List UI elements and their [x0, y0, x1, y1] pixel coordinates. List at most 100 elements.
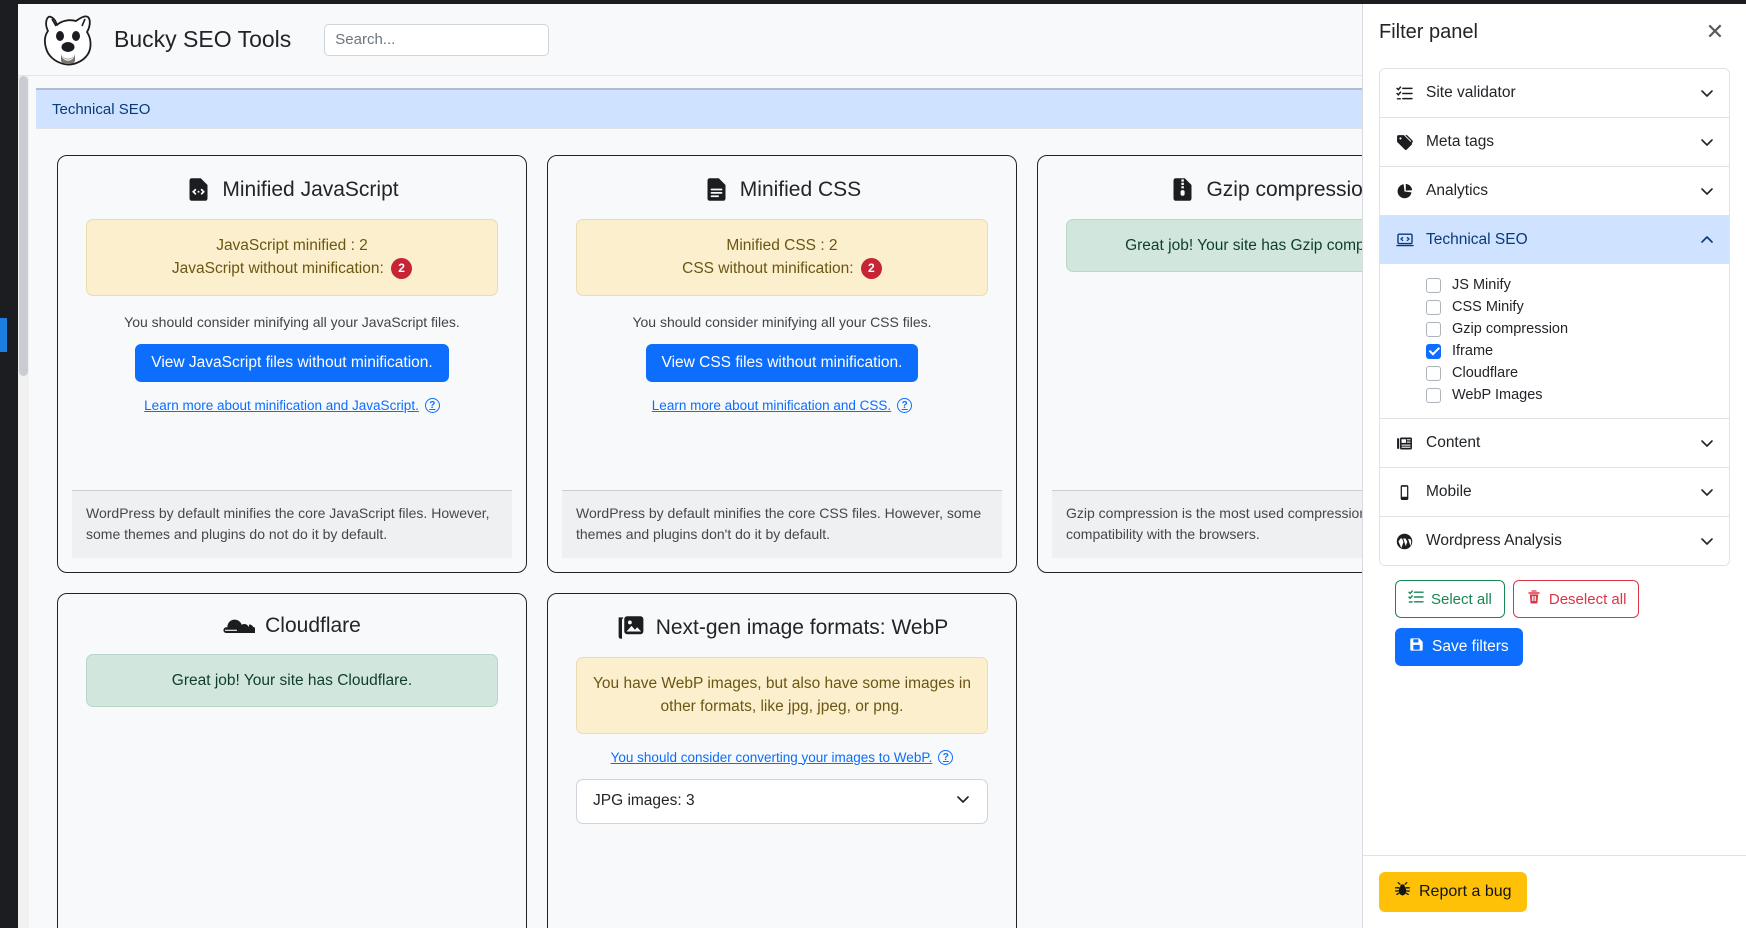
alert-line-2: JavaScript without minification: 2: [99, 257, 485, 280]
select-all-button[interactable]: Select all: [1395, 580, 1505, 618]
card-alert: Minified CSS : 2 CSS without minificatio…: [576, 219, 988, 296]
mobile-icon: [1396, 484, 1418, 501]
checkbox[interactable]: [1426, 387, 1441, 403]
question-circle-icon: ?: [897, 397, 913, 413]
filter-panel-footer: Report a bug: [1363, 855, 1746, 928]
filter-option-label: Cloudflare: [1452, 365, 1519, 381]
tag-icon: [1396, 134, 1418, 151]
convert-images-text: You should consider converting your imag…: [610, 749, 933, 765]
technical-seo-icon: [1396, 231, 1418, 249]
filter-group-label: Mobile: [1426, 483, 1472, 500]
card-body: Minified CSS Minified CSS : 2 CSS withou…: [548, 156, 1016, 490]
filter-option-iframe[interactable]: Iframe: [1380, 340, 1729, 362]
alert-line-2: CSS without minification: 2: [589, 257, 975, 280]
search-input[interactable]: [324, 23, 550, 56]
card-cloudflare: Cloudflare Great job! Your site has Clou…: [57, 593, 527, 928]
alert-line-1: Great job! Your site has Cloudflare.: [171, 672, 413, 689]
filter-group-label: Content: [1426, 434, 1481, 451]
learn-more-link[interactable]: Learn more about minification and CSS. ?: [652, 397, 913, 413]
deselect-all-label: Deselect all: [1548, 590, 1627, 608]
filter-group-label: Analytics: [1426, 182, 1489, 199]
filter-panel-actions: Select all Deselect all Save filters: [1379, 566, 1730, 666]
checkbox[interactable]: [1426, 277, 1441, 293]
file-lines-icon: [703, 176, 730, 203]
view-css-files-button[interactable]: View CSS files without minification.: [645, 343, 919, 382]
filter-group-header[interactable]: Content: [1380, 419, 1729, 467]
filter-option-gzip-compression[interactable]: Gzip compression: [1380, 318, 1729, 340]
page-scrollbar-thumb[interactable]: [19, 76, 28, 376]
chevron-down-icon[interactable]: [1699, 183, 1715, 199]
deselect-all-button[interactable]: Deselect all: [1512, 580, 1640, 618]
content-icon: [1396, 435, 1418, 452]
close-icon[interactable]: ✕: [1702, 19, 1728, 45]
filter-option-js-minify[interactable]: JS Minify: [1380, 274, 1729, 296]
card-alert: You have WebP images, but also have some…: [576, 657, 988, 734]
alert-line-1: Minified CSS : 2: [726, 237, 838, 254]
filter-group-meta-tags: Meta tags: [1380, 117, 1729, 166]
filter-group-content: Content: [1380, 418, 1729, 467]
filter-group-label: Technical SEO: [1426, 231, 1528, 248]
filter-option-label: Gzip compression: [1452, 321, 1569, 337]
bug-icon: [1394, 881, 1411, 903]
chevron-down-icon[interactable]: [1699, 85, 1715, 101]
card-minified-javascript: Minified JavaScript JavaScript minified …: [57, 155, 527, 573]
filter-group-label: Wordpress Analysis: [1426, 532, 1562, 549]
filter-group-header[interactable]: Analytics: [1380, 167, 1729, 215]
checkbox[interactable]: [1426, 365, 1441, 381]
card-hint: You should consider minifying all your C…: [632, 313, 932, 330]
chevron-down-icon[interactable]: [1699, 134, 1715, 150]
checkbox[interactable]: [1426, 343, 1441, 359]
card-webp-images: Next-gen image formats: WebP You have We…: [547, 593, 1017, 928]
chevron-down-icon[interactable]: [1699, 533, 1715, 549]
filter-group-header[interactable]: Mobile: [1380, 468, 1729, 516]
list-check-icon: [1408, 589, 1424, 609]
card-body: Next-gen image formats: WebP You have We…: [548, 594, 1016, 928]
view-javascript-files-button[interactable]: View JavaScript files without minificati…: [135, 343, 449, 382]
select-all-label: Select all: [1431, 590, 1492, 608]
browser-left-rail: [0, 0, 18, 928]
filter-group-header[interactable]: Site validator: [1380, 69, 1729, 117]
save-filters-button[interactable]: Save filters: [1395, 628, 1523, 666]
filter-option-label: JS Minify: [1452, 277, 1511, 293]
report-a-bug-button[interactable]: Report a bug: [1379, 872, 1527, 912]
filter-option-label: CSS Minify: [1452, 299, 1524, 315]
filter-option-webp-images[interactable]: WebP Images: [1380, 384, 1729, 406]
filter-group-site-validator: Site validator: [1380, 69, 1729, 117]
section-title: Technical SEO: [52, 100, 151, 118]
chevron-down-icon[interactable]: [1699, 484, 1715, 500]
card-body: Minified JavaScript JavaScript minified …: [58, 156, 526, 490]
jpg-images-dropdown[interactable]: JPG images: 3: [576, 778, 988, 824]
alert-count-badge: 2: [391, 257, 413, 279]
learn-more-text: Learn more about minification and JavaSc…: [144, 397, 419, 413]
filter-option-label: WebP Images: [1452, 387, 1543, 403]
list-check-icon: [1396, 85, 1418, 102]
chevron-down-icon[interactable]: [1699, 435, 1715, 451]
filter-group-header[interactable]: Wordpress Analysis: [1380, 517, 1729, 565]
card-title-row: Minified JavaScript: [185, 176, 399, 203]
cloudflare-icon: [223, 614, 256, 638]
chevron-up-icon[interactable]: [1699, 232, 1715, 248]
learn-more-link[interactable]: Learn more about minification and JavaSc…: [144, 397, 440, 413]
checkbox[interactable]: [1426, 299, 1441, 315]
card-alert: Great job! Your site has Cloudflare.: [86, 654, 498, 708]
card-title-row: Cloudflare: [223, 614, 361, 638]
filter-panel-body: Site validator Meta tags Analytics Techn…: [1363, 60, 1746, 855]
alert-line-1: JavaScript minified : 2: [216, 237, 368, 254]
card-title-row: Gzip compression: [1169, 176, 1375, 203]
card-footer-note: WordPress by default minifies the core C…: [562, 489, 1002, 558]
trash-icon: [1526, 589, 1542, 609]
left-rail-accent: [0, 318, 7, 352]
select-deselect-row: Select all Deselect all: [1395, 580, 1714, 618]
checkbox[interactable]: [1426, 321, 1441, 337]
window-top-strip: [0, 0, 1746, 4]
convert-images-link[interactable]: You should consider converting your imag…: [610, 749, 954, 765]
filter-group-header[interactable]: Meta tags: [1380, 118, 1729, 166]
filter-group-header[interactable]: Technical SEO: [1380, 216, 1729, 264]
alert-line-2-text: CSS without minification:: [682, 260, 854, 278]
card-title-text: Minified JavaScript: [222, 177, 399, 201]
filter-option-css-minify[interactable]: CSS Minify: [1380, 296, 1729, 318]
save-filters-label: Save filters: [1432, 638, 1509, 655]
report-a-bug-label: Report a bug: [1419, 883, 1512, 900]
filter-option-cloudflare[interactable]: Cloudflare: [1380, 362, 1729, 384]
card-minified-css: Minified CSS Minified CSS : 2 CSS withou…: [547, 155, 1017, 573]
